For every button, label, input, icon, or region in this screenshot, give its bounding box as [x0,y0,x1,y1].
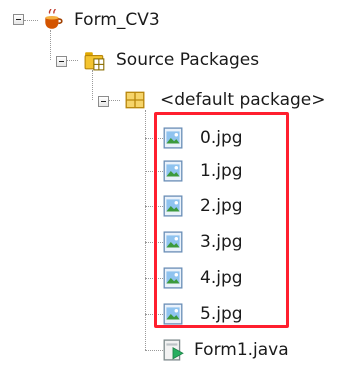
tree-node-default-package[interactable]: <default package> [124,86,329,114]
java-form-file-icon [163,339,184,361]
tree-connector [24,20,38,21]
tree-connector [92,70,93,100]
tree-connector [108,100,120,101]
tree-node-project[interactable]: Form_CV3 [42,6,164,34]
source-packages-icon [84,52,105,71]
tree-node-label: Form_CV3 [74,10,160,30]
tree-connector [145,350,163,351]
tree-node-label: <default package> [160,90,326,110]
collapse-toggle-project[interactable] [13,14,24,25]
java-project-icon [45,9,63,29]
tree-connector [50,30,51,60]
highlight-box [154,112,289,328]
tree-node-label: Form1.java [194,340,289,360]
tree-connector [66,60,78,61]
tree-node-file[interactable]: Form1.java [162,336,293,364]
collapse-toggle-source-packages[interactable] [56,56,67,67]
package-icon [125,91,145,109]
tree-node-label: Source Packages [116,50,260,70]
tree-node-source-packages[interactable]: Source Packages [84,46,263,74]
collapse-toggle-default-package[interactable] [98,96,109,107]
